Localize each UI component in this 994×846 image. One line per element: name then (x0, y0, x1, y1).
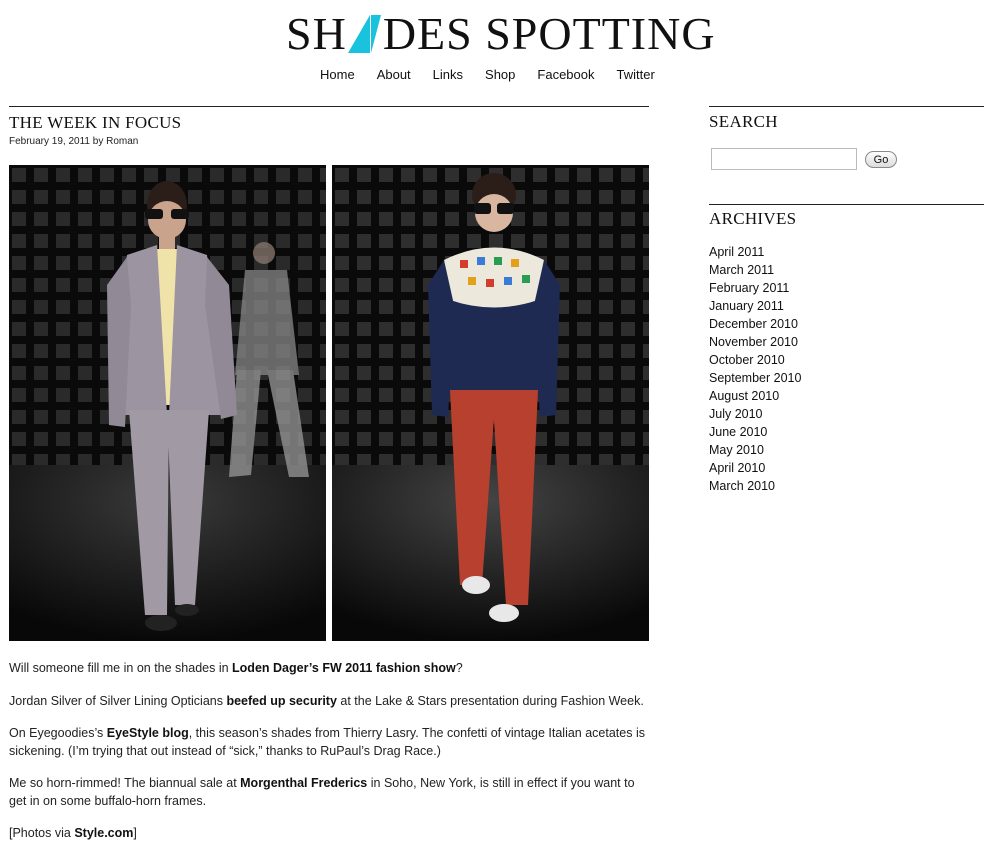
link-eyestyle-blog[interactable]: EyeStyle blog (107, 726, 189, 740)
paragraph-text: On Eyegoodies’s (9, 726, 107, 740)
logo-text-left: SH (286, 8, 347, 59)
post-paragraph: Me so horn-rimmed! The biannual sale at … (9, 774, 649, 810)
post-paragraph: On Eyegoodies’s EyeStyle blog, this seas… (9, 724, 649, 760)
post-by: by (92, 136, 104, 147)
paragraph-text: ? (455, 661, 463, 675)
nav-twitter[interactable]: Twitter (617, 66, 655, 84)
nav-links[interactable]: Links (433, 66, 463, 84)
archive-link[interactable]: February 2011 (709, 279, 801, 297)
archive-link[interactable]: June 2010 (709, 423, 801, 441)
archive-link[interactable]: October 2010 (709, 351, 801, 369)
archives-divider (709, 204, 984, 205)
runway-photo-right[interactable] (332, 165, 649, 641)
paragraph-text: [Photos via (9, 826, 75, 840)
paragraph-text: Jordan Silver of Silver Lining Opticians (9, 694, 227, 708)
archive-link[interactable]: March 2010 (709, 477, 801, 495)
post-meta: February 19, 2011 by Roman (9, 136, 138, 147)
logo-text-right: DES SPOTTING (382, 8, 716, 59)
link-beefed-up-security[interactable]: beefed up security (226, 694, 336, 708)
logo-triangle-icon-2 (370, 15, 381, 53)
post-paragraph: Jordan Silver of Silver Lining Opticians… (9, 692, 649, 710)
link-morgenthal-frederics[interactable]: Morgenthal Frederics (240, 776, 367, 790)
nav-home[interactable]: Home (320, 66, 355, 84)
search-input[interactable] (711, 148, 857, 170)
archive-link[interactable]: January 2011 (709, 297, 801, 315)
archive-link[interactable]: March 2011 (709, 261, 801, 279)
paragraph-text: ] (133, 826, 137, 840)
go-button[interactable]: Go (865, 151, 897, 168)
archives-heading: ARCHIVES (709, 209, 797, 228)
runway-photo-left-image (9, 165, 326, 641)
archive-link[interactable]: July 2010 (709, 405, 801, 423)
search-heading: SEARCH (709, 112, 778, 131)
archives-list: April 2011 March 2011 February 2011 Janu… (709, 243, 801, 495)
nav-facebook[interactable]: Facebook (537, 66, 594, 84)
main-nav: Home About Links Shop Facebook Twitter (320, 66, 677, 84)
nav-about[interactable]: About (377, 66, 411, 84)
archive-link[interactable]: April 2010 (709, 459, 801, 477)
post-paragraph: Will someone fill me in on the shades in… (9, 659, 649, 677)
archive-link[interactable]: December 2010 (709, 315, 801, 333)
post-paragraph: [Photos via Style.com] (9, 824, 649, 842)
link-loden-dager[interactable]: Loden Dager’s FW 2011 fashion show (232, 661, 456, 675)
post-divider (9, 106, 649, 107)
paragraph-text: Will someone fill me in on the shades in (9, 661, 233, 675)
link-style-com[interactable]: Style.com (74, 826, 133, 840)
runway-photo-left[interactable] (9, 165, 326, 641)
logo-triangle-icon (347, 15, 370, 53)
post-author[interactable]: Roman (106, 136, 138, 147)
paragraph-text: Me so horn-rimmed! The biannual sale at (9, 776, 241, 790)
site-logo[interactable]: SH DES SPOTTING (286, 8, 716, 59)
runway-photo-right-image (332, 165, 649, 641)
nav-shop[interactable]: Shop (485, 66, 515, 84)
post-date: February 19, 2011 (9, 136, 90, 147)
archive-link[interactable]: August 2010 (709, 387, 801, 405)
paragraph-text: at the Lake & Stars presentation during … (336, 694, 644, 708)
archive-link[interactable]: April 2011 (709, 243, 801, 261)
post-title[interactable]: THE WEEK IN FOCUS (9, 113, 181, 133)
archive-link[interactable]: September 2010 (709, 369, 801, 387)
archive-link[interactable]: November 2010 (709, 333, 801, 351)
archive-link[interactable]: May 2010 (709, 441, 801, 459)
search-divider (709, 106, 984, 107)
